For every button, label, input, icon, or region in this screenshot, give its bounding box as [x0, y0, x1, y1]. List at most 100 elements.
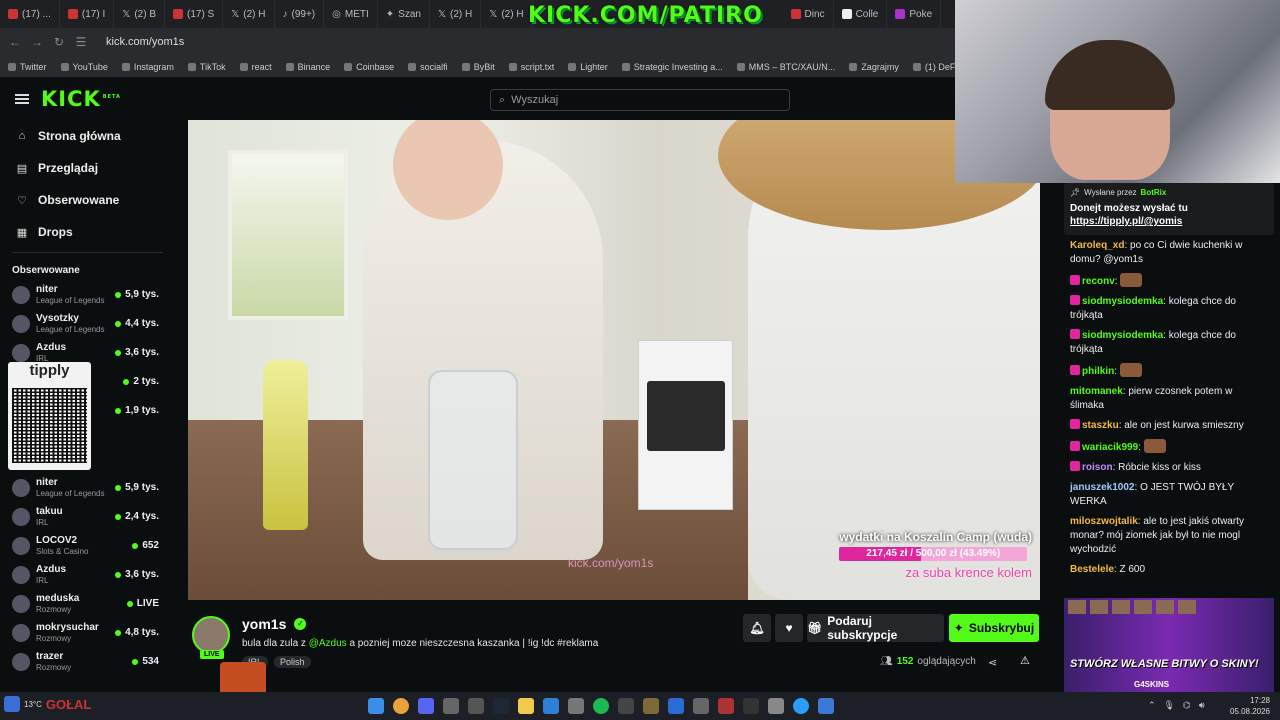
- bookmark-item[interactable]: Zagrajmy: [849, 62, 899, 72]
- browser-tab[interactable]: 𝕏 (2) H: [481, 0, 533, 28]
- video-player[interactable]: kick.com/yom1s wydatki na Koszalin Camp …: [188, 120, 1040, 600]
- app-icon[interactable]: [768, 698, 784, 714]
- app-icon[interactable]: [818, 698, 834, 714]
- browser-tab[interactable]: ♪ (99+): [275, 0, 325, 28]
- browser-tab[interactable]: Poke: [887, 0, 942, 28]
- qr-title: tipply: [29, 362, 70, 379]
- bookmark-item[interactable]: socialfi: [408, 62, 448, 72]
- search-input[interactable]: ⌕ Wyszukaj: [490, 89, 790, 111]
- telegram-icon[interactable]: [793, 698, 809, 714]
- tipply-link[interactable]: https://tipply.pl/@yomis: [1070, 216, 1182, 227]
- chat-username[interactable]: januszek1002: [1070, 482, 1135, 493]
- chat-username[interactable]: philkin: [1082, 366, 1114, 377]
- volume-icon: 🔊︎: [1198, 700, 1205, 710]
- gift-subscription-button[interactable]: 🎁︎ Podaruj subskrypcje: [807, 614, 944, 642]
- channel-item[interactable]: LOCOV2 Slots & Casino 652: [0, 531, 175, 560]
- site-info-icon[interactable]: ☰: [70, 35, 92, 49]
- menu-icon[interactable]: [15, 94, 29, 104]
- bookmark-item[interactable]: script.txt: [508, 62, 554, 72]
- browser-tab[interactable]: (17) S: [165, 0, 224, 28]
- channel-item[interactable]: niter League of Legends 5,9 tys.: [0, 280, 175, 309]
- forward-icon[interactable]: →: [26, 35, 48, 49]
- chat-username[interactable]: Karolеq_xd: [1070, 240, 1124, 251]
- bookmark-item[interactable]: react: [239, 62, 272, 72]
- app-icon[interactable]: [693, 698, 709, 714]
- chat-username[interactable]: staszku: [1082, 420, 1119, 431]
- edge-icon[interactable]: [543, 698, 559, 714]
- nav-following[interactable]: ♡ Obserwowane: [0, 184, 175, 216]
- bookmark-item[interactable]: (1) DeFi Warhol on...: [912, 62, 955, 72]
- back-icon[interactable]: ←: [4, 35, 26, 49]
- mention-link[interactable]: @Azdus: [309, 638, 347, 649]
- channel-item[interactable]: trazer Rozmowy 534: [0, 647, 175, 676]
- app-icon[interactable]: [443, 698, 459, 714]
- app-icon[interactable]: [718, 698, 734, 714]
- app-icon[interactable]: [618, 698, 634, 714]
- chat-username[interactable]: wariacik999: [1082, 442, 1138, 453]
- nav-browse[interactable]: ▤ Przeglądaj: [0, 152, 175, 184]
- channel-item[interactable]: meduska Rozmowy LIVE: [0, 589, 175, 618]
- bookmark-item[interactable]: TikTok: [187, 62, 226, 72]
- share-icon[interactable]: ⋖: [988, 656, 997, 669]
- chat-username[interactable]: Bestelele: [1070, 564, 1114, 575]
- bookmark-item[interactable]: Lighter: [568, 62, 608, 72]
- app-icon[interactable]: [668, 698, 684, 714]
- follow-button[interactable]: ♥: [775, 614, 803, 642]
- steam-icon[interactable]: [493, 698, 509, 714]
- folder-icon[interactable]: [518, 698, 534, 714]
- streamer-name[interactable]: yom1s ✓: [242, 616, 307, 632]
- report-icon[interactable]: ⚠: [1020, 654, 1030, 667]
- browser-tab[interactable]: Colle: [834, 0, 888, 28]
- subscribe-button[interactable]: ✦ Subskrybuj: [949, 614, 1039, 642]
- browser-tab[interactable]: (17) ...: [0, 0, 60, 28]
- app-icon[interactable]: [743, 698, 759, 714]
- bookmark-icon: [8, 62, 16, 71]
- channel-item[interactable]: mokrysuchar Rozmowy 4,8 tys.: [0, 618, 175, 647]
- browser-tab[interactable]: (17) I: [60, 0, 115, 28]
- video-scene-jar: [428, 370, 518, 550]
- channel-item[interactable]: takuu IRL 2,4 tys.: [0, 502, 175, 531]
- bookmark-item[interactable]: Strategic Investing a...: [621, 62, 723, 72]
- browser-tab[interactable]: 𝕏 (2) B: [114, 0, 165, 28]
- app-icon[interactable]: [468, 698, 484, 714]
- chat-username[interactable]: mitomanek: [1070, 386, 1123, 397]
- streamer-avatar[interactable]: [192, 616, 230, 654]
- browser-tab[interactable]: 𝕏 (2) H: [223, 0, 275, 28]
- goal-amount: 217,45 zł / 500,00 zł (43.49%): [866, 548, 1001, 559]
- spotify-icon[interactable]: [593, 698, 609, 714]
- reload-icon[interactable]: ↻: [48, 35, 70, 49]
- bookmark-item[interactable]: Twitter: [8, 62, 47, 72]
- notification-button[interactable]: 🔔︎: [743, 614, 771, 642]
- channel-item[interactable]: Azdus IRL 3,6 tys.: [0, 560, 175, 589]
- start-icon[interactable]: [368, 698, 384, 714]
- clock[interactable]: 17:28 05.08.2026: [1230, 695, 1270, 717]
- browser-tab[interactable]: 𝕏 (2) H: [430, 0, 482, 28]
- browser-tab[interactable]: Dinc: [783, 0, 834, 28]
- bookmark-item[interactable]: Binance: [285, 62, 330, 72]
- browser-tab[interactable]: ◎ METI: [324, 0, 378, 28]
- tag-language[interactable]: Polish: [274, 656, 311, 668]
- nav-home[interactable]: ⌂ Strona główna: [0, 120, 175, 152]
- channel-item[interactable]: Vysotzky League of Legends 4,4 tys.: [0, 309, 175, 338]
- app-icon[interactable]: [568, 698, 584, 714]
- system-tray[interactable]: ⌃ 🎙︎ ⌬ 🔊︎: [1148, 700, 1205, 711]
- nav-drops[interactable]: ▦ Drops: [0, 216, 175, 248]
- kick-logo[interactable]: KICK BETA: [41, 87, 121, 111]
- bookmark-item[interactable]: Instagram: [121, 62, 174, 72]
- bookmark-item[interactable]: YouTube: [60, 62, 108, 72]
- channel-item[interactable]: niter League of Legends 5,9 tys.: [0, 473, 175, 502]
- app-icon[interactable]: [643, 698, 659, 714]
- chat-username[interactable]: roison: [1082, 462, 1113, 473]
- chat-username[interactable]: reconv: [1082, 276, 1115, 287]
- chrome-icon[interactable]: [393, 698, 409, 714]
- discord-icon[interactable]: [418, 698, 434, 714]
- bookmark-item[interactable]: Coinbase: [344, 62, 394, 72]
- ad-banner[interactable]: STWÓRZ WŁASNE BITWY O SKINY! G4SKINS: [1064, 598, 1274, 692]
- chat-username[interactable]: siodmysiodemka: [1082, 330, 1163, 341]
- bookmark-item[interactable]: ByBit: [461, 62, 495, 72]
- bookmark-item[interactable]: MMS – BTC/XAU/N...: [736, 62, 835, 72]
- browser-tab[interactable]: ✦ Szan: [378, 0, 430, 28]
- chat-username[interactable]: miloszwojtalik: [1070, 516, 1138, 527]
- url-field[interactable]: kick.com/yom1s: [106, 36, 184, 48]
- chat-username[interactable]: siodmysiodemka: [1082, 296, 1163, 307]
